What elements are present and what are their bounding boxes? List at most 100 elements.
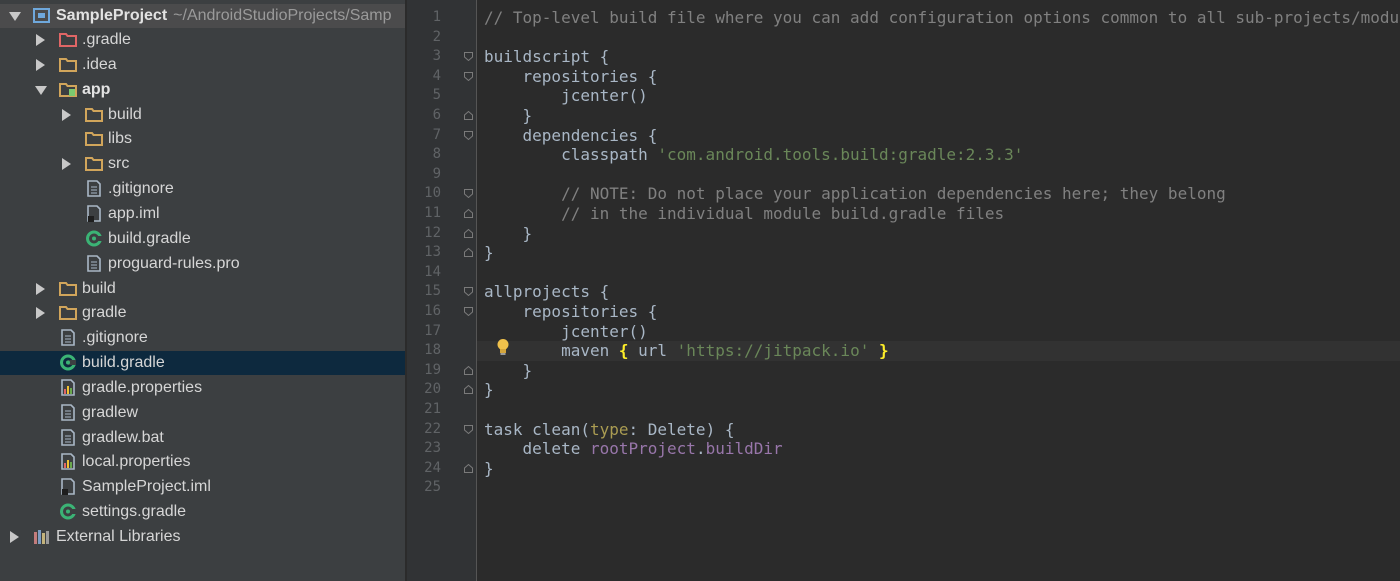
tree-item[interactable]: proguard-rules.pro <box>0 252 405 276</box>
tree-item-label: .idea <box>82 55 117 73</box>
code-line[interactable]: // Top-level build file where you can ad… <box>477 8 1400 28</box>
tree-item[interactable]: build <box>0 103 405 127</box>
code-line[interactable]: buildscript { <box>477 47 1400 67</box>
code-line[interactable] <box>477 263 1400 283</box>
code-token: // NOTE: Do not place your application d… <box>561 184 1226 204</box>
code-line[interactable]: // NOTE: Do not place your application d… <box>477 184 1400 204</box>
code-line[interactable]: repositories { <box>477 67 1400 87</box>
tree-item-label: .gitignore <box>82 329 148 347</box>
tree-item-label: .gitignore <box>108 180 174 198</box>
code-line[interactable]: } <box>477 361 1400 381</box>
code-line[interactable]: classpath 'com.android.tools.build:gradl… <box>477 145 1400 165</box>
tree-item[interactable]: .gradle <box>0 28 405 52</box>
file-icon <box>61 403 75 421</box>
code-line[interactable]: } <box>477 380 1400 400</box>
project-name: SampleProject ~/AndroidStudioProjects/Sam… <box>56 6 392 26</box>
expand-arrow-icon[interactable] <box>10 531 19 543</box>
tree-item[interactable]: gradle.properties <box>0 376 405 400</box>
line-number: 4 <box>432 67 441 84</box>
tree-item[interactable]: External Libraries <box>0 525 405 549</box>
fold-close-icon[interactable] <box>464 365 473 375</box>
line-number: 9 <box>432 165 441 182</box>
code-line[interactable] <box>477 28 1400 48</box>
lightbulb-icon[interactable] <box>496 338 510 356</box>
line-number: 6 <box>432 107 441 123</box>
code-line[interactable]: dependencies { <box>477 126 1400 146</box>
expand-arrow-icon[interactable] <box>9 12 21 21</box>
line-number: 5 <box>432 87 441 104</box>
code-line[interactable]: allprojects { <box>477 282 1400 302</box>
code-editor[interactable]: // Top-level build file where you can ad… <box>477 0 1400 581</box>
tree-item[interactable]: build <box>0 277 405 301</box>
tree-item[interactable]: libs <box>0 127 405 151</box>
fold-open-icon[interactable] <box>464 189 473 199</box>
code-line[interactable]: } <box>477 106 1400 126</box>
tree-item-label: gradlew <box>82 403 139 421</box>
code-line[interactable]: // in the individual module build.gradle… <box>477 204 1400 224</box>
code-line[interactable]: repositories { <box>477 302 1400 322</box>
tree-item[interactable]: app.iml <box>0 202 405 226</box>
fold-open-icon[interactable] <box>464 71 473 81</box>
tree-item[interactable]: gradle <box>0 301 405 325</box>
line-number: 20 <box>424 381 441 398</box>
code-line[interactable] <box>477 400 1400 420</box>
expand-arrow-icon[interactable] <box>36 307 45 320</box>
fold-open-icon[interactable] <box>464 307 473 316</box>
fold-close-icon[interactable] <box>464 111 473 120</box>
fold-close-icon[interactable] <box>464 209 473 218</box>
tree-item[interactable]: .idea <box>0 53 405 77</box>
tree-item[interactable]: .gitignore <box>0 177 405 201</box>
folder-icon <box>59 57 77 72</box>
folder-icon <box>85 157 103 172</box>
code-token: rootProject <box>589 439 696 459</box>
line-number: 13 <box>424 244 441 261</box>
tree-item[interactable]: gradlew.bat <box>0 426 405 450</box>
collapse-arrow-icon[interactable] <box>35 85 47 95</box>
gradle-folder-icon <box>59 33 77 47</box>
tree-item[interactable]: build.gradle <box>0 227 405 251</box>
code-line[interactable]: } <box>477 459 1400 479</box>
tree-item-label: build <box>82 279 116 297</box>
code-line[interactable]: task clean(type: Delete) { <box>477 420 1400 440</box>
code-line[interactable]: jcenter() <box>477 322 1400 342</box>
tree-item[interactable]: src <box>0 152 405 176</box>
tree-item-label: .gradle <box>82 31 131 48</box>
expand-arrow-icon[interactable] <box>36 58 45 71</box>
tree-item[interactable]: local.properties <box>0 450 405 474</box>
tree-root-row[interactable]: SampleProject ~/AndroidStudioProjects/Sam… <box>0 4 405 28</box>
fold-open-icon[interactable] <box>464 52 473 62</box>
expand-arrow-icon[interactable] <box>62 108 71 121</box>
code-line[interactable]: delete rootProject.buildDir <box>477 439 1400 459</box>
expand-arrow-icon[interactable] <box>62 158 71 171</box>
fold-open-icon[interactable] <box>464 130 473 140</box>
tree-item[interactable]: .gitignore <box>0 326 405 350</box>
fold-close-icon[interactable] <box>464 385 473 395</box>
project-root-label: SampleProject <box>56 7 168 24</box>
code-line[interactable] <box>477 165 1400 185</box>
code-token: buildscript { <box>484 47 610 67</box>
fold-open-icon[interactable] <box>464 424 473 434</box>
code-line[interactable] <box>477 478 1400 498</box>
expand-arrow-icon[interactable] <box>36 282 45 295</box>
expand-arrow-icon[interactable] <box>36 34 45 46</box>
fold-close-icon[interactable] <box>464 463 473 473</box>
code-line[interactable]: jcenter() <box>477 86 1400 106</box>
fold-close-icon[interactable] <box>464 248 473 258</box>
tree-item[interactable]: gradlew <box>0 401 405 425</box>
line-number: 11 <box>424 205 441 221</box>
tree-item[interactable]: build.gradle <box>0 351 405 376</box>
tree-item[interactable]: SampleProject.iml <box>0 475 405 499</box>
code-token: { <box>618 341 629 361</box>
fold-close-icon[interactable] <box>464 228 473 238</box>
tree-item[interactable]: app <box>0 78 405 102</box>
tree-item[interactable]: settings.gradle <box>0 500 405 524</box>
code-line[interactable]: } <box>477 224 1400 244</box>
line-number: 23 <box>424 440 441 457</box>
fold-open-icon[interactable] <box>464 287 473 297</box>
code-line[interactable]: } <box>477 243 1400 263</box>
code-token: } <box>484 243 494 263</box>
code-line[interactable]: maven { url 'https://jitpack.io' } <box>477 341 1400 361</box>
tree-item-label: build <box>108 105 142 123</box>
